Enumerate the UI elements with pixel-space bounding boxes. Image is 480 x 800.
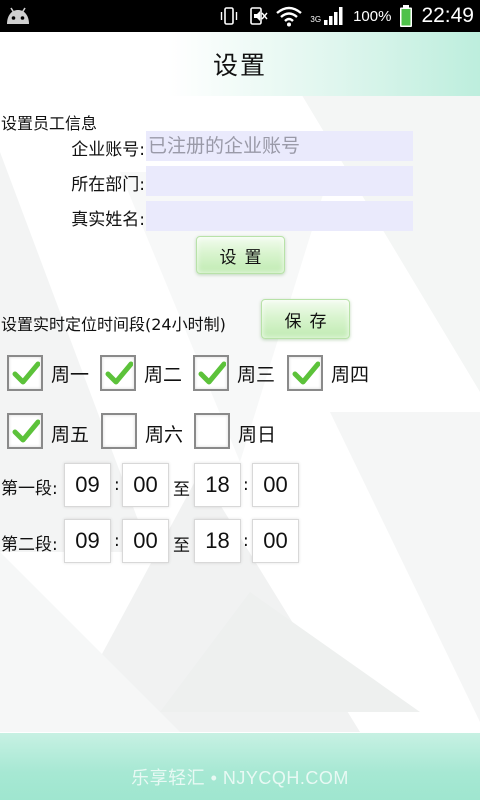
start-minute-field[interactable]: 00 bbox=[122, 463, 169, 507]
start-hour-field[interactable]: 09 bbox=[64, 463, 111, 507]
period-label: 第二段: bbox=[1, 535, 58, 555]
day-label: 周一 bbox=[51, 364, 90, 386]
day-label: 周日 bbox=[238, 424, 277, 446]
title-bar: 设置 bbox=[0, 32, 480, 96]
real-name-input[interactable] bbox=[146, 201, 413, 231]
period-to-label: 至 bbox=[173, 536, 190, 556]
day-label: 周六 bbox=[145, 424, 184, 446]
day-checkbox[interactable] bbox=[101, 413, 137, 449]
day-checkbox[interactable] bbox=[7, 355, 43, 391]
department-row: 所在部门: bbox=[0, 166, 480, 196]
time-colon: : bbox=[243, 531, 249, 551]
set-employee-info-button[interactable]: 设置 bbox=[196, 236, 285, 274]
company-account-label: 企业账号: bbox=[71, 140, 145, 160]
battery-icon bbox=[400, 5, 413, 27]
vibrate-icon bbox=[221, 7, 238, 25]
signal-icon bbox=[324, 7, 343, 25]
footer-bar: 乐享轻汇 • NJYCQH.COM bbox=[0, 733, 480, 800]
day-label: 周二 bbox=[144, 364, 183, 386]
end-minute-field[interactable]: 00 bbox=[252, 463, 299, 507]
android-icon bbox=[7, 7, 29, 24]
checkmark-icon bbox=[105, 361, 133, 385]
day-label: 周三 bbox=[237, 364, 276, 386]
day-checkbox[interactable] bbox=[194, 413, 230, 449]
wifi-icon bbox=[276, 6, 303, 27]
sound-off-icon bbox=[250, 7, 268, 25]
department-input[interactable] bbox=[146, 166, 413, 196]
time-colon: : bbox=[114, 475, 120, 495]
period-label: 第一段: bbox=[1, 479, 58, 499]
checkmark-icon bbox=[12, 361, 40, 385]
company-account-row: 企业账号: bbox=[0, 131, 480, 161]
start-minute-field[interactable]: 00 bbox=[122, 519, 169, 563]
end-hour-field[interactable]: 18 bbox=[194, 463, 241, 507]
time-colon: : bbox=[243, 475, 249, 495]
day-checkbox[interactable] bbox=[7, 413, 43, 449]
clock: 22:49 bbox=[421, 4, 474, 27]
day-label: 周四 bbox=[331, 364, 370, 386]
watermark-text: 乐享轻汇 • NJYCQH.COM bbox=[131, 768, 349, 788]
day-checkbox[interactable] bbox=[193, 355, 229, 391]
checkmark-icon bbox=[292, 361, 320, 385]
end-minute-field[interactable]: 00 bbox=[252, 519, 299, 563]
checkmark-icon bbox=[198, 361, 226, 385]
save-schedule-button[interactable]: 保存 bbox=[261, 299, 350, 339]
end-hour-field[interactable]: 18 bbox=[194, 519, 241, 563]
start-hour-field[interactable]: 09 bbox=[64, 519, 111, 563]
day-label: 周五 bbox=[51, 424, 90, 446]
page-title: 设置 bbox=[212, 51, 267, 80]
real-name-row: 真实姓名: bbox=[0, 201, 480, 231]
company-account-input[interactable] bbox=[146, 131, 413, 161]
real-name-label: 真实姓名: bbox=[71, 210, 145, 230]
period-to-label: 至 bbox=[173, 480, 190, 500]
department-label: 所在部门: bbox=[71, 175, 145, 195]
status-bar: 3G 100% 22:49 bbox=[0, 0, 480, 32]
network-type-label: 3G bbox=[310, 14, 322, 24]
battery-percent: 100% bbox=[353, 7, 392, 25]
location-schedule-section-label: 设置实时定位时间段(24小时制) bbox=[1, 315, 226, 334]
day-checkbox[interactable] bbox=[287, 355, 323, 391]
checkmark-icon bbox=[12, 419, 40, 443]
day-checkbox[interactable] bbox=[100, 355, 136, 391]
time-colon: : bbox=[114, 531, 120, 551]
